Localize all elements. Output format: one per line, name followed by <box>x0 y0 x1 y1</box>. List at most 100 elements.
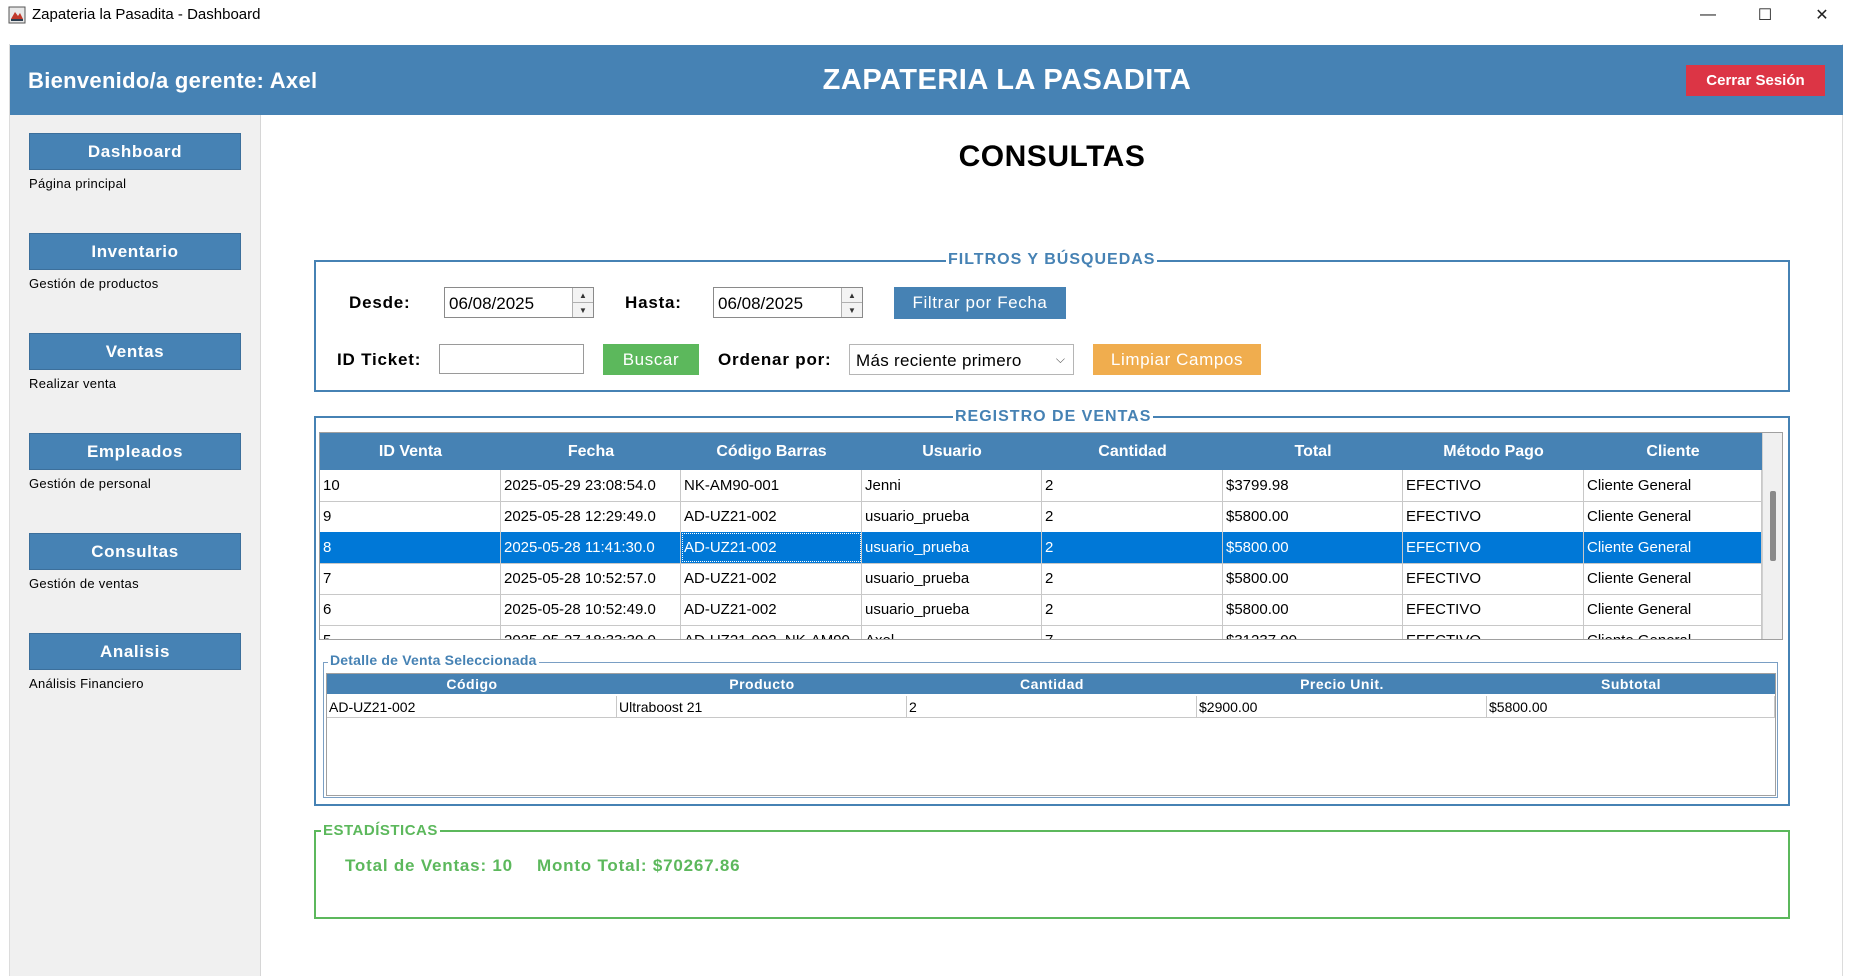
spinner-down-icon[interactable]: ▼ <box>573 303 593 317</box>
table-cell: EFECTIVO <box>1403 594 1584 625</box>
stats-legend: ESTADÍSTICAS <box>321 822 440 839</box>
column-header[interactable]: Total <box>1223 433 1403 470</box>
column-header[interactable]: Subtotal <box>1487 674 1775 694</box>
column-header[interactable]: Cliente <box>1584 433 1762 470</box>
column-header[interactable]: Fecha <box>501 433 681 470</box>
table-cell: EFECTIVO <box>1403 501 1584 532</box>
table-row[interactable]: 7 2025-05-28 10:52:57.0 AD-UZ21-002 usua… <box>320 563 1762 595</box>
table-row[interactable]: AD-UZ21-002 Ultraboost 21 2 $2900.00 $58… <box>327 696 1775 718</box>
order-label: Ordenar por: <box>718 350 832 369</box>
table-row[interactable]: 5 2025-05-27 18:33:30.0 AD-UZ21-002, NK-… <box>320 625 1762 639</box>
table-cell: $3799.98 <box>1223 470 1403 501</box>
table-cell: Axel <box>862 625 1042 639</box>
table-cell: 8 <box>320 532 501 563</box>
order-select-value: Más reciente primero <box>856 351 1022 370</box>
sidebar-item-inventario[interactable]: Inventario <box>29 233 241 270</box>
sidebar-desc-inventario: Gestión de productos <box>29 276 159 291</box>
table-row[interactable]: 9 2025-05-28 12:29:49.0 AD-UZ21-002 usua… <box>320 501 1762 533</box>
table-cell: NK-AM90-001 <box>681 470 862 501</box>
table-cell: 2025-05-28 11:41:30.0 <box>501 532 681 563</box>
table-cell: Cliente General <box>1584 532 1762 563</box>
detail-table[interactable]: Código Producto Cantidad Precio Unit. Su… <box>326 673 1776 796</box>
sidebar-desc-empleados: Gestión de personal <box>29 476 152 491</box>
column-header[interactable]: Cantidad <box>907 674 1197 694</box>
spinner-down-icon[interactable]: ▼ <box>842 303 862 317</box>
table-cell: $5800.00 <box>1487 696 1775 717</box>
table-cell: Cliente General <box>1584 563 1762 594</box>
scrollbar-thumb[interactable] <box>1770 491 1776 561</box>
store-title: ZAPATERIA LA PASADITA <box>822 64 1192 96</box>
table-cell: $5800.00 <box>1223 594 1403 625</box>
sales-table-scrollbar[interactable] <box>1762 433 1782 639</box>
table-cell: 2025-05-27 18:33:30.0 <box>501 625 681 639</box>
from-label: Desde: <box>349 293 411 312</box>
close-icon[interactable]: ✕ <box>1794 0 1850 30</box>
table-cell: 2 <box>1042 470 1223 501</box>
sales-table[interactable]: ID Venta Fecha Código Barras Usuario Can… <box>319 432 1783 640</box>
sales-legend: REGISTRO DE VENTAS <box>953 408 1154 426</box>
spinner-up-icon[interactable]: ▲ <box>842 288 862 303</box>
search-button[interactable]: Buscar <box>603 344 699 375</box>
table-cell: Cliente General <box>1584 501 1762 532</box>
spinner-up-icon[interactable]: ▲ <box>573 288 593 303</box>
table-cell: EFECTIVO <box>1403 532 1584 563</box>
logout-button[interactable]: Cerrar Sesión <box>1686 65 1825 96</box>
from-date-spinner[interactable]: 06/08/2025 ▲ ▼ <box>444 287 594 318</box>
to-date-spinner[interactable]: 06/08/2025 ▲ ▼ <box>713 287 863 318</box>
sidebar-item-empleados[interactable]: Empleados <box>29 433 241 470</box>
table-cell: Cliente General <box>1584 470 1762 501</box>
sales-table-header: ID Venta Fecha Código Barras Usuario Can… <box>320 433 1762 470</box>
chevron-down-icon: ⌵ <box>1055 352 1065 366</box>
table-cell: AD-UZ21-002 <box>681 563 862 594</box>
table-cell: $2900.00 <box>1197 696 1487 717</box>
table-cell: EFECTIVO <box>1403 625 1584 639</box>
column-header[interactable]: Método Pago <box>1403 433 1584 470</box>
to-date-value: 06/08/2025 <box>718 294 804 313</box>
sidebar-item-ventas[interactable]: Ventas <box>29 333 241 370</box>
sidebar-desc-dashboard: Página principal <box>29 176 127 191</box>
order-select[interactable]: Más reciente primero ⌵ <box>849 344 1074 375</box>
window-titlebar <box>0 0 1851 30</box>
clear-fields-button[interactable]: Limpiar Campos <box>1093 344 1261 375</box>
table-row[interactable]: 6 2025-05-28 10:52:49.0 AD-UZ21-002 usua… <box>320 594 1762 626</box>
detail-legend: Detalle de Venta Seleccionada <box>328 652 539 668</box>
table-cell: Cliente General <box>1584 594 1762 625</box>
table-cell: EFECTIVO <box>1403 470 1584 501</box>
table-cell: 2025-05-29 23:08:54.0 <box>501 470 681 501</box>
total-sales-stat: Total de Ventas: 10 <box>345 856 513 875</box>
table-cell: 7 <box>320 563 501 594</box>
table-cell: 2 <box>1042 501 1223 532</box>
sidebar-item-dashboard[interactable]: Dashboard <box>29 133 241 170</box>
column-header[interactable]: Precio Unit. <box>1197 674 1487 694</box>
ticket-id-input[interactable] <box>439 344 584 374</box>
total-amount-stat: Monto Total: $70267.86 <box>537 856 741 875</box>
maximize-icon[interactable]: ☐ <box>1737 0 1793 30</box>
table-cell: usuario_prueba <box>862 594 1042 625</box>
table-row[interactable]: 10 2025-05-29 23:08:54.0 NK-AM90-001 Jen… <box>320 470 1762 502</box>
to-label: Hasta: <box>625 293 682 312</box>
sidebar-item-analisis[interactable]: Analisis <box>29 633 241 670</box>
sidebar-item-consultas[interactable]: Consultas <box>29 533 241 570</box>
from-date-arrows: ▲ ▼ <box>572 288 593 317</box>
column-header[interactable]: Usuario <box>862 433 1042 470</box>
table-cell: 5 <box>320 625 501 639</box>
table-cell: 2025-05-28 10:52:57.0 <box>501 563 681 594</box>
column-header[interactable]: Código <box>327 674 617 694</box>
column-header[interactable]: Código Barras <box>681 433 862 470</box>
column-header[interactable]: Cantidad <box>1042 433 1223 470</box>
column-header[interactable]: ID Venta <box>320 433 501 470</box>
column-header[interactable]: Producto <box>617 674 907 694</box>
table-row-selected[interactable]: 8 2025-05-28 11:41:30.0 AD-UZ21-002 usua… <box>320 532 1762 564</box>
table-cell: 2 <box>1042 563 1223 594</box>
to-date-arrows: ▲ ▼ <box>841 288 862 317</box>
table-cell: 2 <box>1042 594 1223 625</box>
table-cell: 10 <box>320 470 501 501</box>
page-title: CONSULTAS <box>958 140 1146 173</box>
filter-by-date-button[interactable]: Filtrar por Fecha <box>894 287 1066 319</box>
sidebar-desc-analisis: Análisis Financiero <box>29 676 144 691</box>
table-cell: Jenni <box>862 470 1042 501</box>
table-cell: 2025-05-28 10:52:49.0 <box>501 594 681 625</box>
table-cell: AD-UZ21-002, NK-AM90 <box>681 625 862 639</box>
minimize-icon[interactable]: — <box>1680 0 1736 30</box>
table-cell: Cliente General <box>1584 625 1762 639</box>
